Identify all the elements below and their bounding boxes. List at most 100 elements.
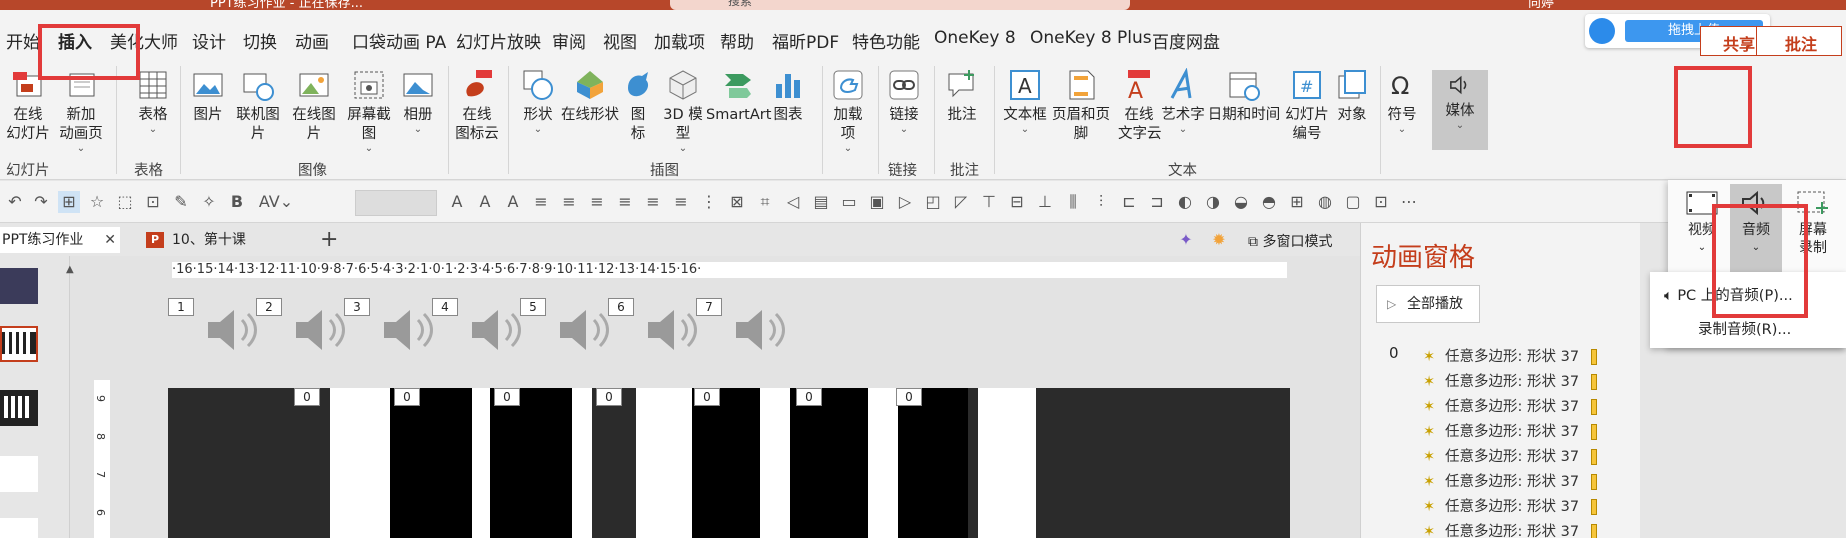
star-icon[interactable]: ☆ [86, 191, 108, 213]
add-tab-icon[interactable]: + [320, 227, 338, 252]
tab-slideshow[interactable]: 幻灯片放映 [456, 28, 541, 53]
align-bottom-icon[interactable]: ⊥ [1034, 191, 1056, 213]
photo-album-button[interactable]: 相册 ⌄ [398, 68, 438, 135]
multi-window-mode[interactable]: ⧉ 多窗口模式 [1248, 231, 1332, 251]
link-button[interactable]: 链接 ⌄ [886, 68, 922, 135]
online-pictures-button[interactable]: 在线图片 [286, 68, 342, 144]
tab-features[interactable]: 特色功能 [852, 28, 920, 53]
slide-thumbnail[interactable] [0, 518, 38, 538]
3d-models-button[interactable]: 3D 模 型 ⌄ [660, 68, 706, 154]
justify-icon[interactable]: ≡ [670, 191, 692, 213]
increase-font-icon[interactable]: A [474, 191, 496, 213]
format-icon[interactable]: ⊡ [142, 191, 164, 213]
piano-black-key[interactable] [898, 388, 968, 538]
animation-list-item[interactable]: ✶ 任意多边形: 形状 37 [1423, 370, 1598, 391]
wordart-button[interactable]: 艺术字 ⌄ [1160, 68, 1206, 135]
date-time-button[interactable]: 日期和时间 [1206, 68, 1282, 125]
animation-number-tag[interactable]: 0 [294, 388, 320, 406]
piano-white-key[interactable] [572, 388, 592, 538]
chart-button[interactable]: 图表 [770, 68, 806, 125]
merge-shapes-icon[interactable]: ◐ [1174, 191, 1196, 213]
tab-design[interactable]: 设计 [192, 28, 226, 53]
animation-list-item[interactable]: ✶ 任意多边形: 形状 37 [1423, 470, 1598, 491]
numbering-icon[interactable]: ≡ [558, 191, 580, 213]
audio-speaker-icon[interactable] [204, 302, 264, 358]
textbox-button[interactable]: A 文本框 ⌄ [1002, 68, 1048, 135]
animation-number-tag[interactable]: 0 [796, 388, 822, 406]
object-button[interactable]: 对象 [1332, 68, 1372, 125]
tab-onekey8[interactable]: OneKey 8 [934, 28, 1016, 48]
intersect-icon[interactable]: ◑ [1202, 191, 1224, 213]
diagonal-icon[interactable]: ◸ [950, 191, 972, 213]
layout-icon[interactable]: ⊡ [1370, 191, 1392, 213]
animation-list-item[interactable]: ✶ 任意多边形: 形状 37 [1423, 445, 1598, 466]
tab-help[interactable]: 帮助 [720, 28, 754, 53]
screenshot-button[interactable]: 屏幕截图 ⌄ [342, 68, 396, 154]
animation-number-tag[interactable]: 0 [596, 388, 622, 406]
video-tool-icon[interactable]: ▣ [866, 191, 888, 213]
tab-pocket-animation[interactable]: 口袋动画 PA [352, 28, 446, 53]
columns-icon[interactable]: ⋮ [698, 191, 720, 213]
addins-button[interactable]: 加载 项 ⌄ [830, 68, 866, 154]
piano-white-key[interactable] [760, 388, 790, 538]
audio-speaker-icon[interactable] [644, 302, 704, 358]
piano-white-key[interactable] [978, 388, 1036, 538]
animation-list-item[interactable]: ✶ 任意多边形: 形状 37 [1423, 420, 1598, 441]
icons-button[interactable]: 图 标 [622, 68, 654, 144]
crop-icon[interactable]: ⌗ [754, 191, 776, 213]
piano-black-key[interactable] [692, 388, 760, 538]
piano-black-key[interactable] [490, 388, 572, 538]
tab-transitions[interactable]: 切换 [243, 28, 277, 53]
shape-edit-icon[interactable]: ◍ [1314, 191, 1336, 213]
effects-icon[interactable]: ✧ [198, 191, 220, 213]
smartart-button[interactable]: SmartArt [706, 68, 771, 125]
media-button[interactable]: 媒体 ⌄ [1432, 70, 1488, 150]
border-icon[interactable]: ▢ [1342, 191, 1364, 213]
font-size-box[interactable] [355, 190, 437, 216]
tab-review[interactable]: 审阅 [552, 28, 586, 53]
animation-number-tag[interactable]: 1 [168, 298, 194, 316]
piano-white-key[interactable] [330, 388, 390, 538]
animation-number-tag[interactable]: 0 [394, 388, 420, 406]
new-animation-page-button[interactable]: 新加 动画页 ⌄ [56, 68, 106, 154]
slide-number-button[interactable]: # 幻灯片 编号 [1282, 68, 1332, 144]
font-color-icon[interactable]: A [446, 191, 468, 213]
align-top-icon[interactable]: ⊤ [978, 191, 1000, 213]
transparency-icon[interactable]: ⊠ [726, 191, 748, 213]
comment-button[interactable]: 批注 [1756, 26, 1842, 56]
piano-black-key[interactable] [790, 388, 868, 538]
group-icon[interactable]: ▭ [838, 191, 860, 213]
close-icon[interactable]: ✕ [104, 227, 116, 253]
animation-number-tag[interactable]: 0 [896, 388, 922, 406]
play-icon[interactable]: ▷ [894, 191, 916, 213]
redo-icon[interactable]: ↷ [30, 191, 52, 213]
user-name[interactable]: 向婷 [1528, 0, 1554, 10]
same-width-icon[interactable]: ⊏ [1118, 191, 1140, 213]
scroll-up-icon[interactable]: ▲ [66, 264, 74, 275]
audio-speaker-icon[interactable] [468, 302, 528, 358]
align-tool-icon[interactable]: ⊞ [58, 191, 80, 213]
arrange-icon[interactable]: ◁ [782, 191, 804, 213]
play-all-button[interactable]: 全部播放 [1376, 285, 1480, 323]
align-center-icon[interactable]: ≡ [614, 191, 636, 213]
search-box[interactable]: 搜索 [670, 0, 1130, 10]
audio-speaker-icon[interactable] [292, 302, 352, 358]
slide-thumbnail[interactable] [0, 268, 38, 304]
piano-black-key[interactable] [390, 388, 472, 538]
slide-thumbnail-active[interactable] [0, 326, 38, 362]
animation-list-item[interactable]: ✶ 任意多边形: 形状 37 [1423, 520, 1598, 538]
decrease-font-icon[interactable]: A [502, 191, 524, 213]
vertical-scrollbar[interactable]: ▲ [66, 260, 76, 538]
online-pictures-linked-button[interactable]: 联机图片 [230, 68, 286, 144]
settings-gear-icon[interactable]: ✹ [1208, 229, 1230, 251]
tab-home[interactable]: 开始 [6, 28, 40, 53]
picture-button[interactable]: 图片 [188, 68, 228, 125]
align-right-icon[interactable]: ≡ [642, 191, 664, 213]
tab-onekey8-plus[interactable]: OneKey 8 Plus [1030, 28, 1152, 48]
layer-icon[interactable]: ▤ [810, 191, 832, 213]
tab-foxit-pdf[interactable]: 福昕PDF [772, 28, 839, 53]
more-icon[interactable]: ⋯ [1398, 191, 1420, 213]
online-icon-cloud-button[interactable]: 在线 图标云 [452, 68, 502, 144]
grid-icon[interactable]: ⊞ [1286, 191, 1308, 213]
select-icon[interactable]: ⬚ [114, 191, 136, 213]
